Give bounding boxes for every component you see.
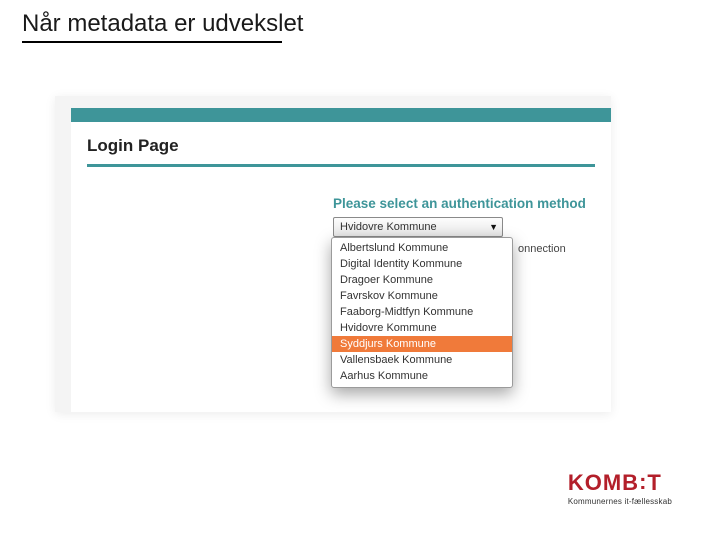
auth-select[interactable]: Hvidovre Kommune ▼ (333, 217, 503, 237)
brand-tagline: Kommunernes it-fællesskab (568, 497, 672, 506)
auth-option[interactable]: Dragoer Kommune (332, 272, 512, 288)
auth-option[interactable]: Favrskov Kommune (332, 288, 512, 304)
auth-select-dropdown[interactable]: Albertslund KommuneDigital Identity Komm… (331, 237, 513, 388)
app-topbar (71, 108, 611, 122)
auth-option[interactable]: Digital Identity Kommune (332, 256, 512, 272)
heading-rule (87, 164, 595, 167)
footer-logo: KOMB:T Kommunernes it-fællesskab (568, 470, 672, 506)
auth-select-wrap: Hvidovre Kommune ▼ onnection Albertslund… (333, 217, 633, 237)
auth-option[interactable]: Hvidovre Kommune (332, 320, 512, 336)
slide-title-underline (22, 41, 282, 43)
page-body: Login Page Please select an authenticati… (71, 122, 611, 412)
auth-area: Please select an authentication method H… (333, 196, 633, 237)
chevron-down-icon: ▼ (489, 222, 498, 232)
embedded-screenshot: Login Page Please select an authenticati… (55, 96, 611, 412)
slide-title: Når metadata er udvekslet (22, 10, 303, 38)
auth-option[interactable]: Faaborg-Midtfyn Kommune (332, 304, 512, 320)
auth-option[interactable]: Aarhus Kommune (332, 368, 512, 384)
auth-option[interactable]: Albertslund Kommune (332, 240, 512, 256)
truncated-side-text: onnection (518, 243, 566, 255)
brand-logo: KOMB:T (568, 470, 672, 496)
slide: Når metadata er udvekslet Login Page Ple… (0, 0, 720, 540)
page-title: Login Page (87, 136, 595, 156)
auth-option[interactable]: Syddjurs Kommune (332, 336, 512, 352)
auth-select-value: Hvidovre Kommune (340, 221, 437, 233)
auth-prompt: Please select an authentication method (333, 196, 633, 211)
auth-option[interactable]: Vallensbaek Kommune (332, 352, 512, 368)
